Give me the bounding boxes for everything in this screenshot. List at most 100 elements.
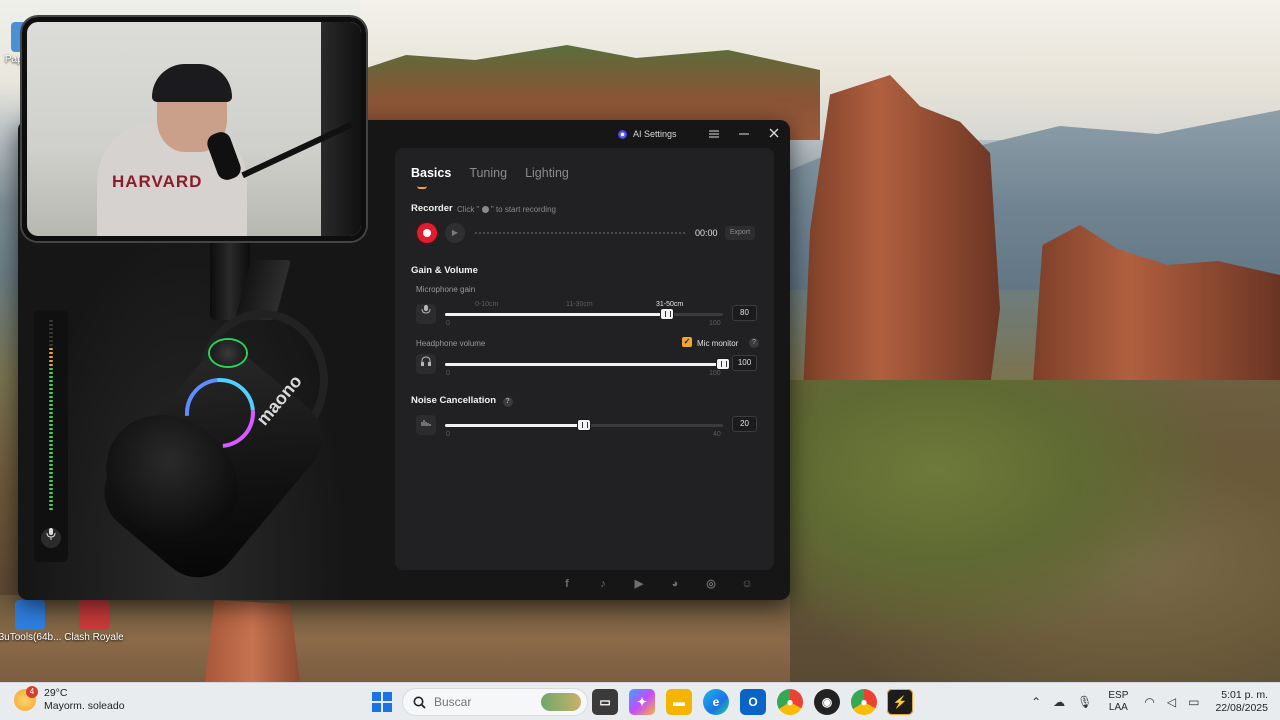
weather-widget[interactable]: 4 29°C Mayorm. soleado xyxy=(14,686,125,713)
level-meter-bar xyxy=(49,456,53,458)
minimize-button[interactable] xyxy=(736,126,752,142)
system-tray: ⌃ ☁ 🎙 ESP LAA ◠ ◁ ▭ 5:01 p. m. 22/08/202… xyxy=(1025,683,1280,720)
recording-waveform xyxy=(475,232,685,234)
headphone-volume-fill xyxy=(445,363,723,366)
mic-gain-icon-box xyxy=(416,304,436,324)
level-meter-bar xyxy=(49,368,53,370)
settings-panel: Basics Tuning Lighting Recorder Click " … xyxy=(395,148,774,570)
menu-button[interactable] xyxy=(706,126,722,142)
level-meter-bar xyxy=(49,440,53,442)
taskbar-app-edge[interactable]: e xyxy=(703,689,729,715)
mic-monitor-help-icon[interactable]: ? xyxy=(749,338,759,348)
windows-logo-pane xyxy=(372,703,381,712)
recorder-hint-text: " to start recording xyxy=(490,205,556,214)
level-meter-bar xyxy=(49,376,53,378)
desktop-icon-3utools[interactable]: 3uTools(64b... xyxy=(0,600,62,643)
level-meter-bar xyxy=(49,408,53,410)
level-meter-bar xyxy=(49,344,53,346)
volume-icon[interactable]: ◁ xyxy=(1167,695,1176,709)
level-meter-bar xyxy=(49,500,53,502)
edge-icon: e xyxy=(712,695,720,709)
mic-mute-button[interactable] xyxy=(41,528,61,548)
facebook-icon[interactable]: f xyxy=(558,575,576,593)
taskbar-app-task-view[interactable]: ▭ xyxy=(592,689,618,715)
taskbar: 4 29°C Mayorm. soleado ▭ ✦ ▬ e O ● ◉ ● ⚡… xyxy=(0,682,1280,720)
tab-basics[interactable]: Basics xyxy=(411,166,451,189)
clock[interactable]: 5:01 p. m. 22/08/2025 xyxy=(1215,689,1268,715)
microphone-icon xyxy=(46,528,56,540)
level-meter xyxy=(34,310,68,562)
tab-tuning[interactable]: Tuning xyxy=(469,166,507,180)
mic-gain-label: Microphone gain xyxy=(416,285,476,294)
instagram-icon[interactable]: ◎ xyxy=(702,575,720,593)
mic-gain-thumb[interactable] xyxy=(660,308,675,320)
3utools-icon xyxy=(15,600,45,630)
play-button[interactable]: ▶ xyxy=(445,223,465,243)
microphone-tray-icon[interactable]: 🎙 xyxy=(1077,695,1092,709)
taskbar-app-recorder[interactable]: ◉ xyxy=(814,689,840,715)
chat-icon[interactable]: ☺ xyxy=(738,575,756,593)
record-button[interactable] xyxy=(417,223,437,243)
noise-cancellation-value[interactable]: 20 xyxy=(732,416,757,432)
taskbar-search[interactable] xyxy=(402,688,588,716)
zone-11-30cm: 11-30cm xyxy=(566,301,593,308)
level-meter-bar xyxy=(49,356,53,358)
weather-text: 29°C Mayorm. soleado xyxy=(44,687,125,713)
battery-icon[interactable]: ▭ xyxy=(1188,695,1199,709)
search-input[interactable] xyxy=(434,695,534,709)
noise-cancellation-title: Noise Cancellation ? xyxy=(411,395,513,407)
tiktok-icon[interactable]: ♪ xyxy=(594,575,612,593)
taskbar-app-outlook[interactable]: O xyxy=(740,689,766,715)
level-meter-bar xyxy=(49,480,53,482)
discord-icon[interactable]: ◕ xyxy=(666,575,684,593)
noise-cancellation-slider[interactable] xyxy=(445,419,723,431)
taskbar-app-maono[interactable]: ⚡ xyxy=(887,689,913,715)
tab-lighting[interactable]: Lighting xyxy=(525,166,569,180)
task-view-icon: ▭ xyxy=(599,695,611,709)
mic-monitor-checkbox[interactable]: ✓ xyxy=(682,337,692,347)
noise-cancellation-thumb[interactable] xyxy=(577,419,591,431)
headphone-volume-min: 0 xyxy=(446,370,450,377)
wifi-icon[interactable]: ◠ xyxy=(1144,695,1154,709)
desktop-icon-clash-royale[interactable]: Clash Royale xyxy=(62,600,126,643)
copilot-icon: ✦ xyxy=(636,695,648,709)
weather-desc: Mayorm. soleado xyxy=(44,700,125,712)
headphone-volume-label: Headphone volume xyxy=(416,339,486,348)
social-links: f ♪ ▶ ◕ ◎ ☺ xyxy=(558,575,756,593)
chevron-up-icon[interactable]: ⌃ xyxy=(1031,695,1041,709)
start-button[interactable] xyxy=(372,692,392,712)
taskbar-app-copilot[interactable]: ✦ xyxy=(629,689,655,715)
level-meter-bar xyxy=(49,424,53,426)
windows-logo-pane xyxy=(372,692,381,701)
settings-tabs: Basics Tuning Lighting xyxy=(411,166,569,189)
ai-icon xyxy=(618,129,627,139)
noise-help-icon[interactable]: ? xyxy=(502,397,513,407)
sun-icon: 4 xyxy=(14,686,38,711)
mic-monitor-label: Mic monitor xyxy=(697,339,739,348)
level-meter-bar xyxy=(49,428,53,430)
export-button[interactable]: Export xyxy=(725,226,755,240)
close-button[interactable] xyxy=(766,126,782,142)
level-meter-bar xyxy=(49,400,53,402)
folder-icon: ▬ xyxy=(673,695,685,709)
mic-gain-slider[interactable] xyxy=(445,308,723,320)
close-icon xyxy=(769,128,779,138)
youtube-icon[interactable]: ▶ xyxy=(630,575,648,593)
ai-settings-button[interactable]: AI Settings xyxy=(618,129,677,139)
level-meter-bar xyxy=(49,360,53,362)
level-meter-bar xyxy=(49,452,53,454)
level-meter-bar xyxy=(49,320,53,322)
headphone-volume-slider[interactable] xyxy=(445,358,730,370)
headphone-volume-thumb[interactable] xyxy=(716,358,730,370)
taskbar-app-chrome[interactable]: ● xyxy=(777,689,803,715)
language-indicator[interactable]: ESP LAA xyxy=(1108,690,1128,714)
taskbar-app-chrome-profile[interactable]: ● xyxy=(851,689,877,715)
taskbar-app-explorer[interactable]: ▬ xyxy=(666,689,692,715)
level-meter-bar xyxy=(49,436,53,438)
gain-volume-title: Gain & Volume xyxy=(411,265,478,276)
cloud-off-icon[interactable]: ☁ xyxy=(1053,695,1065,709)
headphone-volume-value[interactable]: 100 xyxy=(732,355,757,371)
mic-gain-value[interactable]: 80 xyxy=(732,305,757,321)
checkmark-icon: ✓ xyxy=(683,337,691,346)
recorder-title: Recorder xyxy=(411,203,453,214)
